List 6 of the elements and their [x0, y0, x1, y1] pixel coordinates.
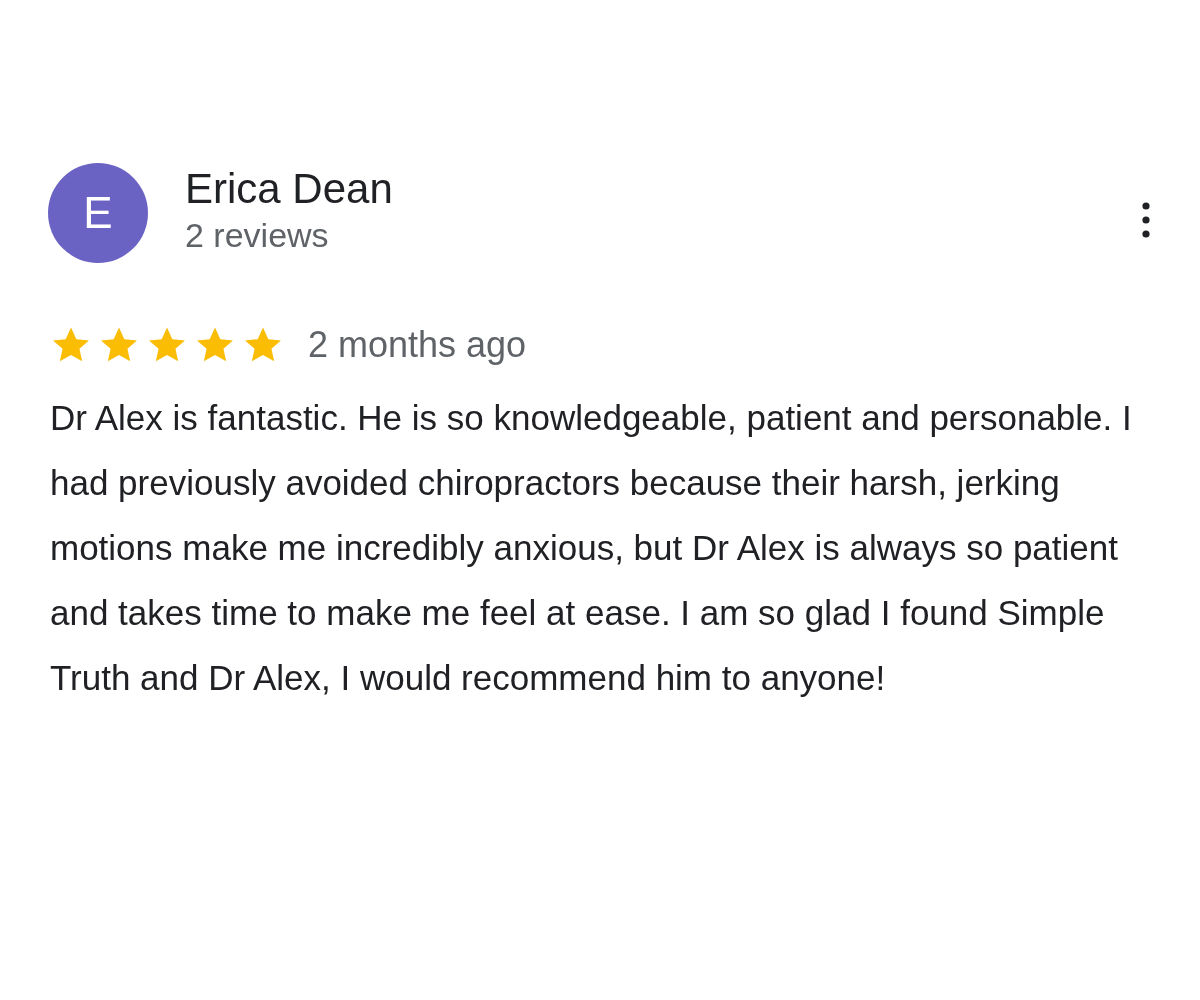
avatar: E — [48, 163, 148, 263]
more-vertical-icon — [1142, 201, 1150, 239]
reviewer-name: Erica Dean — [185, 165, 394, 213]
review-count: 2 reviews — [185, 215, 330, 256]
review-text: Dr Alex is fantastic. He is so knowledgeable, patient and personable. I had previously avoided chiropractors because their harsh, jerking motions make me incredibly anxious, but Dr Alex is always so patient and takes time to make me feel at ease. I am so glad I found Simple Truth and Dr Alex, I would recommend him to anyone! — [50, 397, 1133, 699]
review-time: 2 months ago — [308, 324, 527, 366]
